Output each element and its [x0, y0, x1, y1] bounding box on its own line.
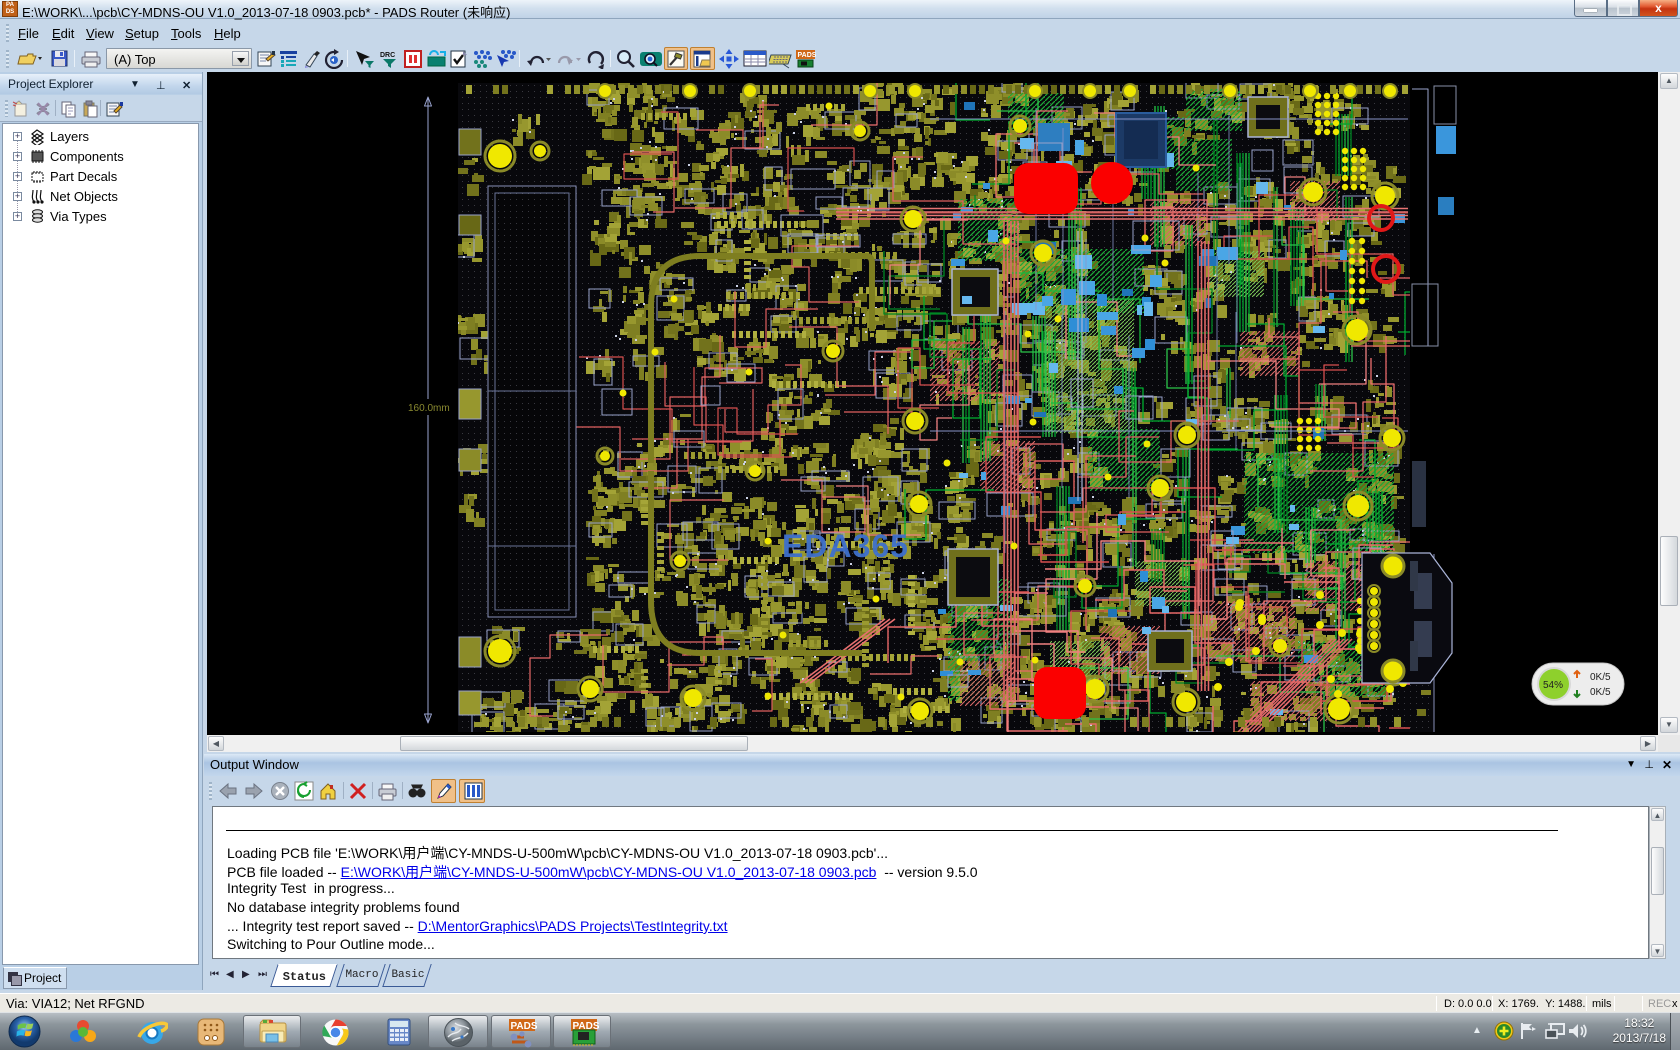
svg-text:DRC: DRC: [380, 52, 395, 59]
svg-text:PADS: PADS: [798, 52, 817, 59]
